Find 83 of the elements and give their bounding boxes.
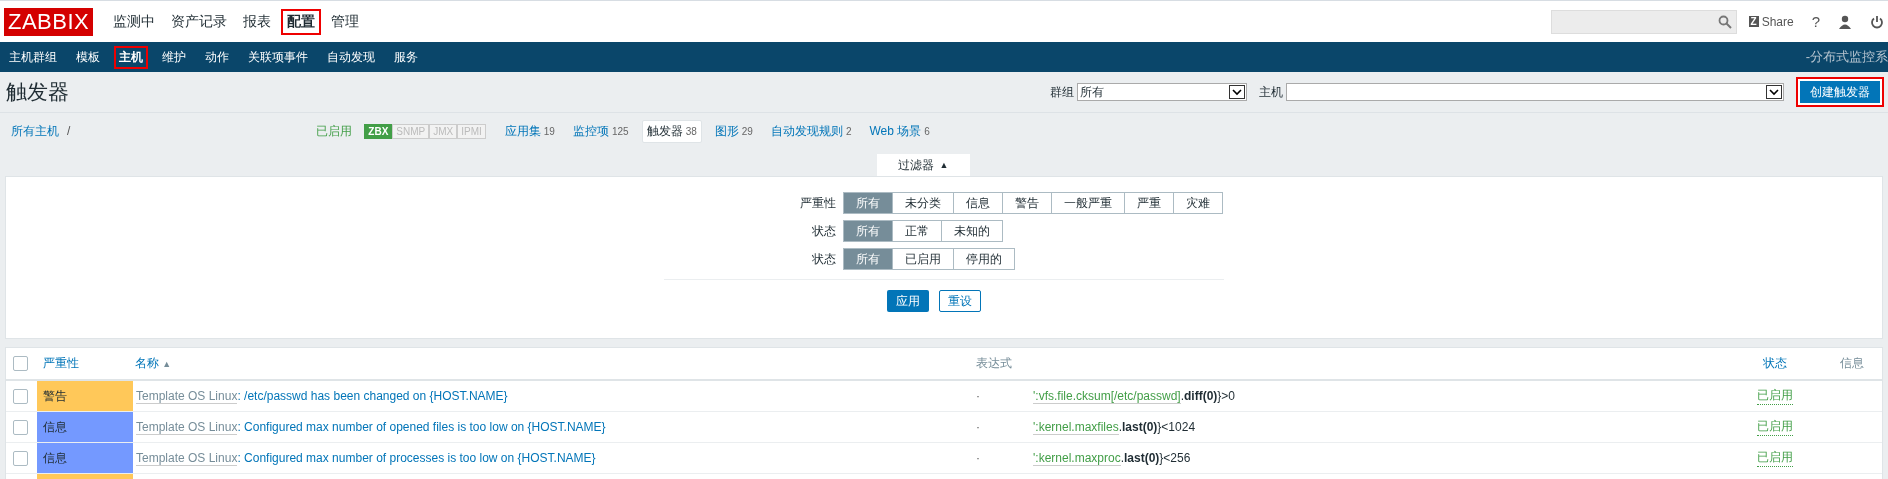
column-header[interactable]: 状态 — [1757, 356, 1787, 370]
column-header[interactable]: 严重性 — [37, 356, 79, 370]
zabbix-logo: ZABBIX — [4, 7, 94, 36]
filter-option[interactable]: 灾难 — [1173, 192, 1223, 214]
search-field[interactable] — [1550, 9, 1737, 34]
search-icon — [1717, 14, 1732, 29]
filter-option[interactable]: 严重 — [1124, 192, 1174, 214]
user-icon[interactable] — [1838, 14, 1852, 29]
system-name: -分布式监控系 — [1805, 48, 1888, 66]
share-link[interactable]: Z Share — [1748, 14, 1794, 29]
trigger-name-link[interactable]: /etc/passwd has been changed on {HOST.NAME} — [244, 389, 508, 403]
row-checkbox[interactable] — [13, 388, 28, 404]
expression-item-link[interactable]: ':kernel.maxproc — [1033, 450, 1121, 466]
filter-option[interactable]: 停用的 — [953, 248, 1015, 270]
status-link[interactable]: 已启用 — [1757, 418, 1793, 436]
host-tab[interactable]: 应用集 19 — [499, 119, 560, 143]
page-title: 触发器 — [6, 79, 69, 105]
menu-item[interactable]: 模板 — [71, 45, 105, 69]
menu-item[interactable]: 报表 — [237, 8, 278, 35]
filter-option[interactable]: 信息 — [953, 192, 1003, 214]
breadcrumb-link[interactable]: 所有主机 — [11, 122, 59, 140]
filter-option[interactable]: 正常 — [892, 220, 942, 242]
group-select[interactable]: 所有 — [1077, 83, 1247, 101]
breadcrumb-separator: / — [67, 124, 71, 138]
trigger-name-link[interactable]: Configured max number of processes is too low on {HOST.NAME} — [244, 451, 596, 465]
menu-item[interactable]: 主机群组 — [4, 45, 62, 69]
host-tab[interactable]: 触发器 38 — [641, 119, 702, 143]
name-separator: : — [237, 420, 241, 434]
expression-item-link[interactable]: ':kernel.maxfiles — [1033, 419, 1119, 435]
filter-option[interactable]: 未分类 — [892, 192, 954, 214]
availability-tag: ZBX — [364, 123, 393, 139]
severity-cell: 信息 — [37, 443, 133, 473]
apply-button[interactable]: 应用 — [887, 290, 929, 312]
menu-item[interactable]: 自动发现 — [322, 45, 380, 69]
menu-item[interactable]: 主机 — [114, 45, 148, 69]
host-tab[interactable]: 自动发现规则 2 — [765, 119, 857, 143]
filter-label: 状态 — [811, 222, 837, 240]
host-tab[interactable]: 监控项 125 — [567, 119, 634, 143]
expression-function: .last(0)}<1024 — [1118, 420, 1196, 434]
filter-option[interactable]: 一般严重 — [1051, 192, 1125, 214]
menu-item[interactable]: 动作 — [200, 45, 234, 69]
row-checkbox[interactable] — [13, 419, 28, 435]
menu-item[interactable]: 维护 — [157, 45, 191, 69]
expression-host: · — [976, 420, 980, 434]
reset-button[interactable]: 重设 — [939, 290, 981, 312]
menu-item[interactable]: 监测中 — [107, 8, 162, 35]
menu-item[interactable]: 关联项事件 — [243, 45, 313, 69]
create-trigger-button[interactable]: 创建触发器 — [1796, 77, 1884, 107]
severity-cell: 信息 — [37, 412, 133, 442]
host-tab[interactable]: Web 场景 6 — [864, 119, 935, 143]
menu-item[interactable]: 服务 — [389, 45, 423, 69]
menu-item[interactable]: 管理 — [325, 8, 366, 35]
name-separator: : — [237, 389, 241, 403]
severity-cell: 警告 — [37, 381, 133, 411]
expression-host: · — [976, 389, 980, 403]
help-link[interactable]: ? — [1811, 13, 1820, 30]
expression-function: .diff(0)}>0 — [1180, 389, 1236, 403]
filter-label: 严重性 — [799, 194, 837, 212]
status-link[interactable]: 已启用 — [1757, 387, 1793, 405]
filter-option[interactable]: 警告 — [1002, 192, 1052, 214]
expression-function: .last(0)}<256 — [1120, 451, 1191, 465]
trigger-name-link[interactable]: Configured max number of opened files is too low on {HOST.NAME} — [244, 420, 606, 434]
filter-option[interactable]: 未知的 — [941, 220, 1003, 242]
power-icon[interactable] — [1870, 14, 1884, 29]
filter-tab[interactable]: 过滤器 ▲ — [876, 154, 970, 176]
select-all-checkbox[interactable] — [13, 356, 28, 371]
host-select[interactable] — [1286, 83, 1784, 101]
host-status: 已启用 — [316, 122, 353, 140]
column-header[interactable]: 名称 ▲ — [133, 356, 172, 370]
host-tab[interactable]: 图形 29 — [709, 119, 758, 143]
filter-option[interactable]: 已启用 — [892, 248, 954, 270]
filter-label: 状态 — [811, 250, 837, 268]
field-label: 主机 — [1259, 83, 1283, 101]
field-label: 群组 — [1050, 83, 1074, 101]
menu-item[interactable]: 配置 — [281, 8, 322, 35]
expression-host: · — [976, 451, 980, 465]
status-link[interactable]: 已启用 — [1757, 449, 1793, 467]
expression-item-link[interactable]: ':vfs.file.cksum[/etc/passwd] — [1033, 388, 1181, 404]
menu-item[interactable]: 资产记录 — [165, 8, 234, 35]
column-header: 信息 — [1839, 356, 1864, 370]
row-checkbox[interactable] — [13, 450, 28, 466]
name-separator: : — [237, 451, 241, 465]
column-header: 表达式 — [975, 356, 1012, 370]
